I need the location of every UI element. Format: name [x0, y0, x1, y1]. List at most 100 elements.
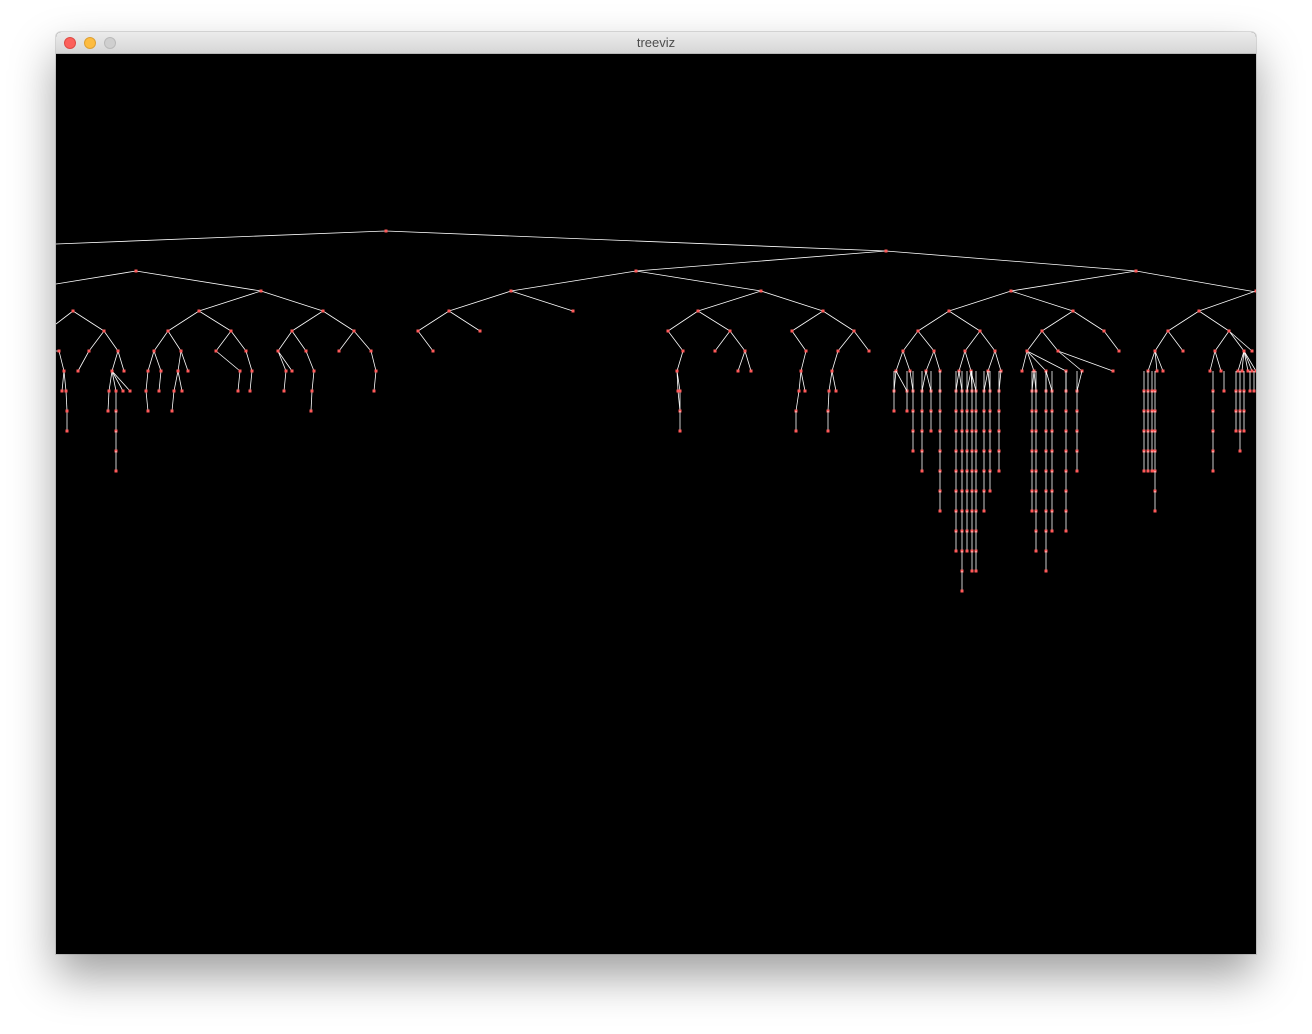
tree-node — [384, 229, 388, 233]
tree-node — [290, 329, 294, 333]
tree-edge — [385, 230, 887, 252]
tree-edge — [697, 310, 731, 332]
tree-node — [1050, 529, 1054, 533]
tree-edge — [198, 290, 262, 312]
tree-node — [309, 409, 313, 413]
tree-node — [1111, 369, 1115, 373]
tree-edge — [145, 390, 149, 412]
tree-edge — [676, 350, 684, 372]
tree-node — [929, 429, 933, 433]
tree-node — [932, 349, 936, 353]
tree-edge — [1198, 290, 1256, 312]
tree-node — [920, 469, 924, 473]
tree-node — [337, 349, 341, 353]
tree-node — [236, 389, 240, 393]
tree-node — [1246, 369, 1250, 373]
tree-node — [1117, 349, 1121, 353]
tree-node — [110, 369, 114, 373]
tree-node — [804, 349, 808, 353]
tree-edge — [198, 310, 232, 332]
tree-edge — [955, 370, 960, 392]
title-bar[interactable]: treeviz — [56, 32, 1256, 54]
tree-node — [634, 269, 638, 273]
tree-edge — [667, 330, 684, 352]
tree-node — [238, 369, 242, 373]
tree-edge — [373, 370, 377, 392]
tree-edge — [215, 350, 241, 372]
tree-node — [834, 389, 838, 393]
tree-node — [794, 429, 798, 433]
tree-edge — [1243, 350, 1253, 372]
tree-node — [114, 389, 118, 393]
tree-node — [121, 389, 125, 393]
tree-edge — [1214, 330, 1230, 352]
tree-edge — [1135, 270, 1256, 293]
tree-node — [678, 429, 682, 433]
tree-node — [736, 369, 740, 373]
tree-edge — [827, 390, 830, 412]
tree-node — [186, 369, 190, 373]
tree-edge — [902, 330, 919, 352]
tree-node — [852, 329, 856, 333]
tree-node — [1044, 569, 1048, 573]
tree-node — [892, 409, 896, 413]
tree-edge — [921, 370, 927, 392]
tree-edge — [117, 350, 125, 372]
tree-node — [997, 469, 1001, 473]
tree-node — [146, 369, 150, 373]
tree-edge — [305, 350, 315, 372]
tree-edge — [1209, 350, 1216, 372]
tree-edge — [837, 330, 855, 352]
tree-node — [1075, 469, 1079, 473]
tree-edge — [260, 290, 324, 312]
tree-edge — [966, 370, 972, 392]
app-window: treeviz — [56, 32, 1256, 954]
tree-edge — [322, 310, 355, 332]
tree-node — [1213, 349, 1217, 353]
tree-edge — [153, 350, 162, 372]
tree-canvas[interactable] — [56, 54, 1256, 954]
tree-node — [60, 389, 64, 393]
tree-node — [1034, 549, 1038, 553]
tree-node — [666, 329, 670, 333]
tree-node — [1102, 329, 1106, 333]
tree-node — [284, 369, 288, 373]
tree-edge — [1057, 350, 1114, 372]
tree-node — [1238, 449, 1242, 453]
tree-edge — [948, 290, 1012, 312]
tree-node — [1166, 329, 1170, 333]
tree-node — [372, 389, 376, 393]
tree-edge — [994, 350, 1002, 372]
tree-node — [65, 429, 69, 433]
tree-edge — [370, 350, 377, 372]
tree-edge — [111, 350, 119, 372]
tree-edge — [58, 350, 65, 372]
tree-node — [1248, 389, 1252, 393]
tree-edge — [1010, 270, 1137, 292]
tree-node — [759, 289, 763, 293]
tree-edge — [135, 270, 262, 292]
tree-node — [728, 329, 732, 333]
tree-edge — [1072, 310, 1105, 332]
tree-node — [159, 369, 163, 373]
tree-node — [988, 489, 992, 493]
tree-node — [803, 389, 807, 393]
tree-node — [179, 349, 183, 353]
tree-edge — [107, 390, 110, 412]
tree-node — [867, 349, 871, 353]
tree-edge — [1167, 330, 1184, 352]
tree-edge — [108, 370, 113, 392]
tree-node — [1142, 469, 1146, 473]
tree-edge — [417, 310, 450, 332]
tree-edge — [65, 390, 68, 412]
tree-edge — [61, 370, 65, 392]
tree-edge — [729, 330, 746, 352]
tree-node — [176, 369, 180, 373]
tree-node — [947, 309, 951, 313]
tree-edge — [291, 310, 324, 332]
tree-node — [675, 369, 679, 373]
tree-node — [1020, 369, 1024, 373]
tree-node — [431, 349, 435, 353]
tree-node — [901, 349, 905, 353]
tree-edge — [1041, 330, 1059, 352]
